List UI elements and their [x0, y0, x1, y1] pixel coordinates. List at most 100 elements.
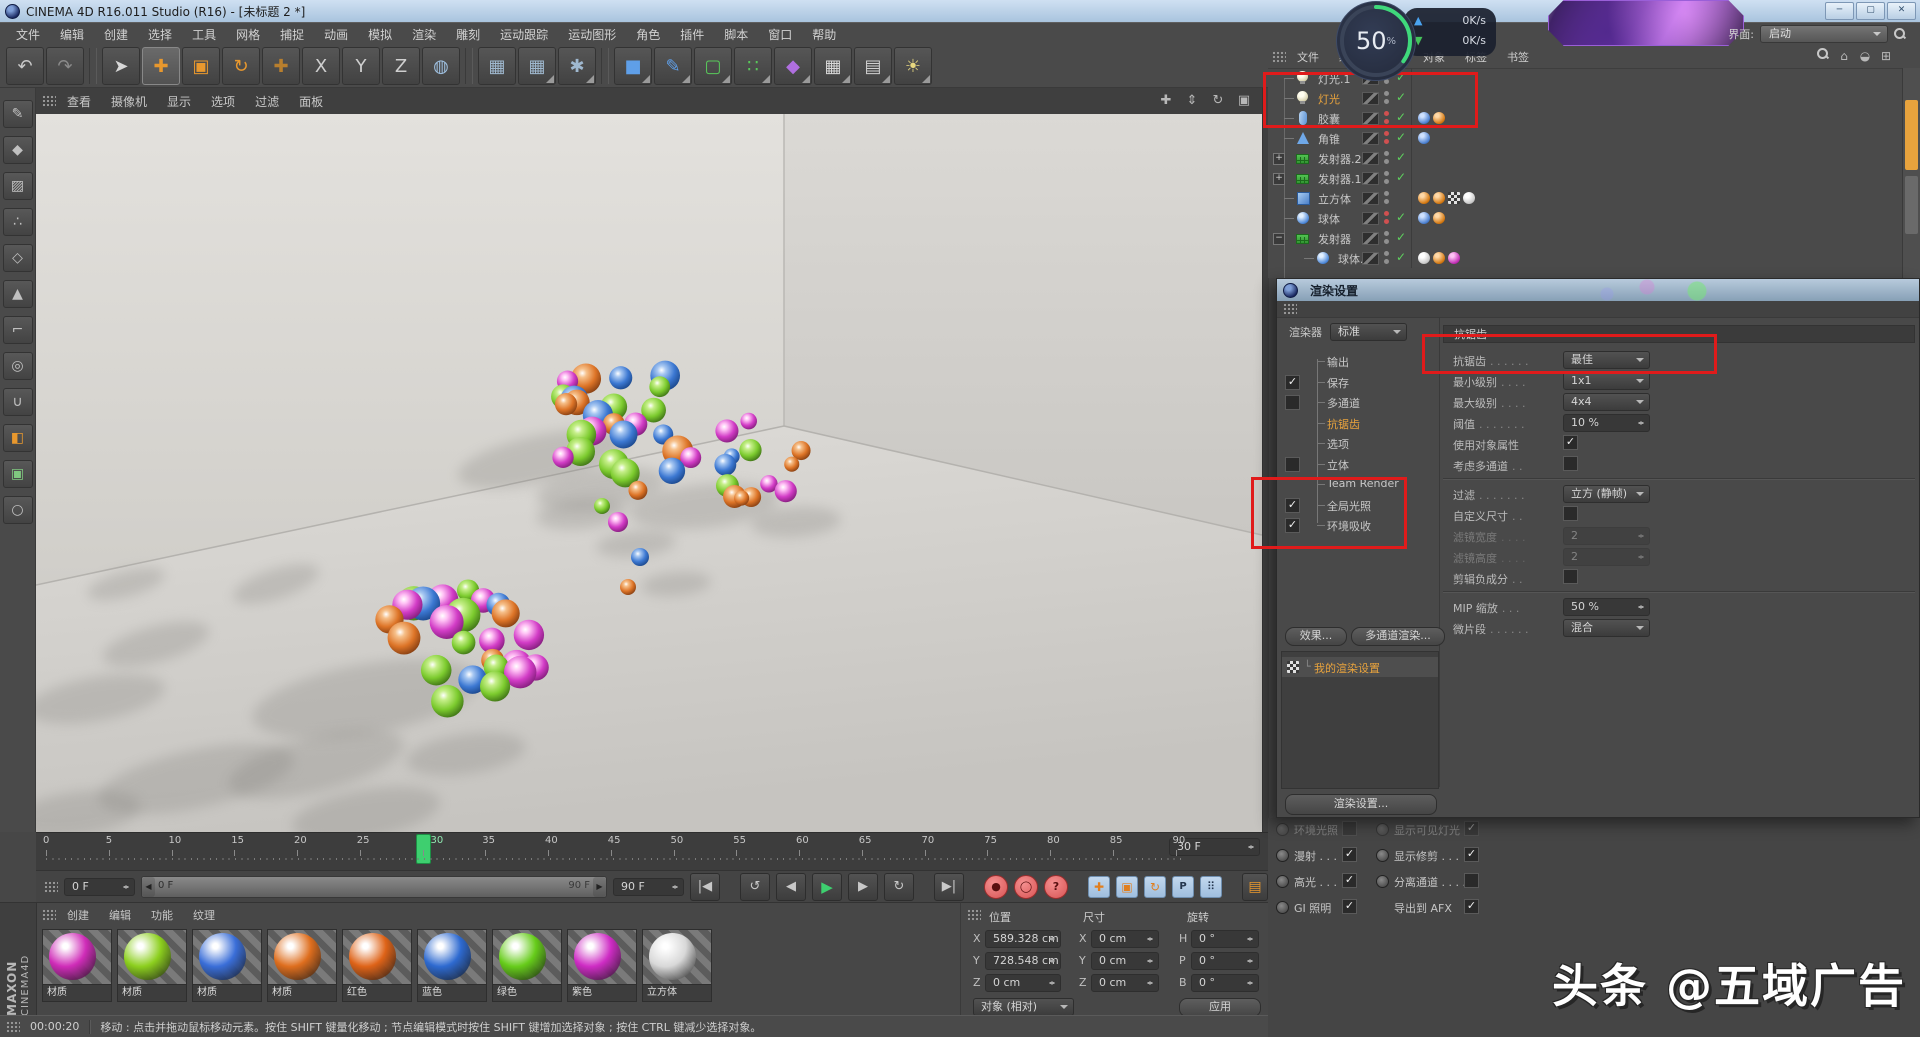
orange-tag-icon[interactable] [1433, 192, 1445, 204]
settings-tree-item[interactable]: 立体 [1277, 454, 1437, 474]
knob-icon[interactable] [1276, 823, 1289, 836]
dock-tab-active[interactable] [1905, 100, 1918, 170]
coordinate-input[interactable]: 0 cm [1091, 930, 1159, 948]
om-home-icon[interactable]: ⌂ [1836, 48, 1852, 64]
dialog-grip[interactable] [1277, 301, 1919, 318]
viewport-grip[interactable] [42, 95, 56, 107]
menu-item[interactable]: 动画 [314, 26, 358, 43]
polygons-mode-icon[interactable]: ▲ [2, 280, 33, 308]
material-swatch[interactable]: 材质 [117, 929, 187, 1002]
lock-x-axis-icon[interactable]: X [302, 47, 340, 85]
key-scale-toggle[interactable]: ▣ [1116, 875, 1138, 898]
param-checkbox[interactable] [1563, 456, 1578, 471]
add-subdivision-icon[interactable]: ▢ [694, 47, 732, 85]
key-position-toggle[interactable]: ✚ [1088, 875, 1110, 898]
menu-item[interactable]: 脚本 [714, 26, 758, 43]
menu-item[interactable]: 文件 [6, 26, 50, 43]
make-editable-icon[interactable]: ✎ [2, 100, 33, 128]
visibility-dot[interactable] [1384, 179, 1389, 184]
menu-item[interactable]: 工具 [182, 26, 226, 43]
orange-tag-icon[interactable] [1433, 252, 1445, 264]
tree-checkbox[interactable] [1285, 395, 1300, 410]
edges-mode-icon[interactable]: ◇ [2, 244, 33, 272]
knob-icon[interactable] [1276, 875, 1289, 888]
move-tool-icon[interactable]: ✚ [142, 47, 180, 85]
menu-item[interactable]: 运动图形 [558, 26, 626, 43]
material-menu-item[interactable]: 功能 [142, 907, 182, 923]
model-mode-icon[interactable]: ◆ [2, 136, 33, 164]
coordinate-input[interactable]: 589.328 cm [985, 930, 1061, 948]
layer-chip[interactable] [1362, 212, 1379, 225]
expander-icon[interactable]: − [1273, 233, 1285, 245]
object-name[interactable]: 角锥 [1318, 131, 1340, 147]
menu-item[interactable]: 窗口 [758, 26, 802, 43]
menu-item[interactable]: 模拟 [358, 26, 402, 43]
render-picture-viewer-icon[interactable]: ▦ [518, 47, 556, 85]
maximize-button[interactable]: ▢ [1856, 2, 1885, 20]
layer-chip[interactable] [1362, 192, 1379, 205]
om-add-icon[interactable]: ⊞ [1878, 48, 1894, 64]
renderer-dropdown[interactable]: 标准 [1330, 323, 1407, 341]
object-manager-menu-item[interactable]: 书签 [1498, 49, 1538, 65]
toggle-view-icon[interactable]: ▣ [1234, 92, 1254, 110]
pan-view-icon[interactable]: ✚ [1156, 92, 1176, 110]
enabled-check-icon[interactable]: ✓ [1396, 130, 1406, 144]
material-swatch[interactable]: 蓝色 [417, 929, 487, 1002]
snap-mode-icon[interactable]: ∪ [2, 388, 33, 416]
visibility-dots[interactable] [1384, 191, 1389, 204]
next-frame-button[interactable]: ▶ [848, 872, 878, 901]
coordinate-input[interactable]: 0 cm [985, 974, 1061, 992]
undo-icon[interactable]: ↶ [6, 47, 44, 85]
start-frame-field[interactable]: 0 F [64, 877, 135, 896]
menu-item[interactable]: 编辑 [50, 26, 94, 43]
orange-tag-icon[interactable] [1433, 212, 1445, 224]
key-pla-toggle[interactable]: ⠿ [1200, 875, 1222, 898]
material-swatch[interactable]: 材质 [267, 929, 337, 1002]
open-render-settings-button[interactable]: 渲染设置... [1285, 794, 1437, 815]
layer-chip[interactable] [1362, 172, 1379, 185]
interface-dropdown[interactable]: 启动 [1760, 25, 1888, 43]
dolly-view-icon[interactable]: ⇕ [1182, 92, 1202, 110]
position-mode-dropdown[interactable]: 对象 (相对) [973, 998, 1074, 1016]
object-name[interactable]: 发射器 [1318, 231, 1351, 247]
effects-button[interactable]: 效果... [1285, 627, 1347, 646]
coordinate-input[interactable]: 0 ° [1191, 930, 1259, 948]
menu-item[interactable]: 创建 [94, 26, 138, 43]
menu-item[interactable]: 渲染 [402, 26, 446, 43]
material-swatch[interactable]: 紫色 [567, 929, 637, 1002]
previous-frame-button[interactable]: ◀ [776, 872, 806, 901]
goto-start-button[interactable]: |◀ [690, 872, 720, 901]
texture-mode-icon[interactable]: ▨ [2, 172, 33, 200]
render-view-icon[interactable]: ▦ [478, 47, 516, 85]
lock-y-axis-icon[interactable]: Y [342, 47, 380, 85]
param-checkbox[interactable]: ✓ [1563, 435, 1578, 450]
preset-item[interactable]: └ 我的渲染设置 [1282, 657, 1438, 677]
visibility-dot[interactable] [1384, 219, 1389, 224]
attribute-checkbox[interactable]: ✓ [1342, 899, 1357, 914]
settings-tree-item[interactable]: 输出 [1277, 351, 1437, 371]
add-deformer-icon[interactable]: ◆ [774, 47, 812, 85]
axis-mode-icon[interactable]: ⌐ [2, 316, 33, 344]
knob-icon[interactable] [1376, 875, 1389, 888]
attribute-checkbox[interactable]: ✓ [1464, 847, 1479, 862]
material-swatch[interactable]: 红色 [342, 929, 412, 1002]
range-left-arrow-icon[interactable]: ◀ [142, 876, 155, 897]
visibility-dot[interactable] [1384, 259, 1389, 264]
points-mode-icon[interactable]: ∴ [2, 208, 33, 236]
param-checkbox[interactable] [1563, 569, 1578, 584]
material-swatch[interactable]: 立方体 [642, 929, 712, 1002]
viewport-menu-item[interactable]: 显示 [158, 93, 200, 110]
coordinate-input[interactable]: 0 cm [1091, 974, 1159, 992]
visibility-dot[interactable] [1384, 251, 1389, 256]
settings-tree-item[interactable]: 抗锯齿 [1277, 413, 1437, 433]
material-menu-item[interactable]: 纹理 [184, 907, 224, 923]
enabled-check-icon[interactable]: ✓ [1396, 210, 1406, 224]
object-row[interactable]: + 发射器.1 ✓ [1268, 168, 1920, 188]
visibility-dot[interactable] [1384, 199, 1389, 204]
menu-item[interactable]: 网格 [226, 26, 270, 43]
end-frame-field[interactable]: 90 F [613, 877, 684, 896]
blue-tag-icon[interactable] [1418, 212, 1430, 224]
white-tag-icon[interactable] [1418, 252, 1430, 264]
visibility-dot[interactable] [1384, 139, 1389, 144]
object-manager-menu-item[interactable]: 文件 [1288, 49, 1328, 65]
